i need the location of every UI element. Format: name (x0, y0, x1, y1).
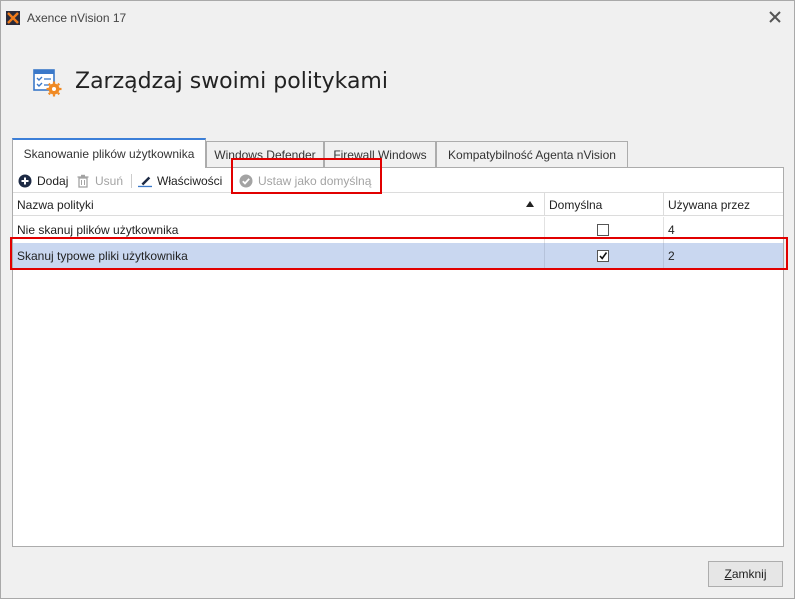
close-button[interactable]: Zamknij (708, 561, 783, 587)
title-bar: Axence nVision 17 (1, 1, 794, 35)
policy-name-cell: Nie skanuj plików użytkownika (17, 223, 179, 237)
default-checkbox[interactable] (597, 224, 609, 236)
toolbar-separator (232, 174, 233, 188)
close-icon[interactable] (768, 10, 782, 24)
window-title: Axence nVision 17 (27, 11, 127, 25)
add-button-label: Dodaj (37, 174, 69, 188)
properties-button-label: Właściwości (157, 174, 223, 188)
column-header-policy-name[interactable]: Nazwa polityki (13, 193, 544, 216)
policy-settings-icon (33, 69, 62, 97)
pen-icon (138, 176, 152, 188)
properties-button[interactable]: Właściwości (138, 172, 222, 190)
tab-windows-defender[interactable]: Windows Defender (206, 141, 324, 167)
set-as-default-button-label: Ustaw jako domyślną (258, 174, 372, 188)
set-as-default-button[interactable]: Ustaw jako domyślną (239, 172, 371, 190)
tab-windows-firewall[interactable]: Firewall Windows (324, 141, 436, 167)
add-circle-icon (18, 174, 32, 188)
default-cell (544, 217, 663, 243)
table-row[interactable]: Nie skanuj plików użytkownika 4 (13, 217, 783, 243)
toolbar-separator (131, 174, 132, 188)
close-button-label: Zamknij (724, 567, 766, 581)
column-header-label: Domyślna (549, 197, 603, 212)
column-header-used-by[interactable]: Używana przez (663, 193, 783, 216)
grid-header: Nazwa polityki Domyślna Używana przez (13, 193, 783, 216)
column-header-label: Nazwa polityki (17, 197, 94, 212)
default-checkbox[interactable] (597, 250, 609, 262)
checkmark-icon (599, 252, 608, 260)
add-button[interactable]: Dodaj (18, 172, 68, 190)
used-by-cell: 2 (663, 243, 783, 269)
toolbar: Dodaj Usuń Właściwości Ustaw jako domyśl… (13, 168, 783, 192)
close-button-mnemonic: Z (724, 567, 732, 581)
app-logo-icon (6, 11, 20, 25)
column-header-label: Używana przez (668, 197, 751, 212)
policy-name-cell: Skanuj typowe pliki użytkownika (17, 249, 188, 263)
used-by-cell: 4 (663, 217, 783, 243)
delete-button[interactable]: Usuń (76, 172, 123, 190)
sort-ascending-icon (526, 201, 534, 207)
close-button-label-rest: amknij (731, 567, 767, 581)
page-title: Zarządzaj swoimi politykami (75, 69, 388, 94)
delete-button-label: Usuń (95, 174, 124, 188)
dialog-window: Axence nVision 17 Zarządzaj swoimi polit… (0, 0, 795, 599)
tab-panel: Dodaj Usuń Właściwości Ustaw jako domyśl… (12, 167, 784, 547)
trash-icon (77, 174, 89, 188)
tab-nvision-agent-compatibility[interactable]: Kompatybilność Agenta nVision (436, 141, 628, 167)
check-circle-icon (239, 174, 253, 188)
column-header-default[interactable]: Domyślna (544, 193, 663, 216)
tab-user-file-scanning[interactable]: Skanowanie plików użytkownika (12, 138, 206, 168)
policy-grid: Nazwa polityki Domyślna Używana przez Ni… (13, 192, 783, 546)
default-cell (544, 243, 663, 269)
table-row[interactable]: Skanuj typowe pliki użytkownika 2 (13, 243, 783, 269)
